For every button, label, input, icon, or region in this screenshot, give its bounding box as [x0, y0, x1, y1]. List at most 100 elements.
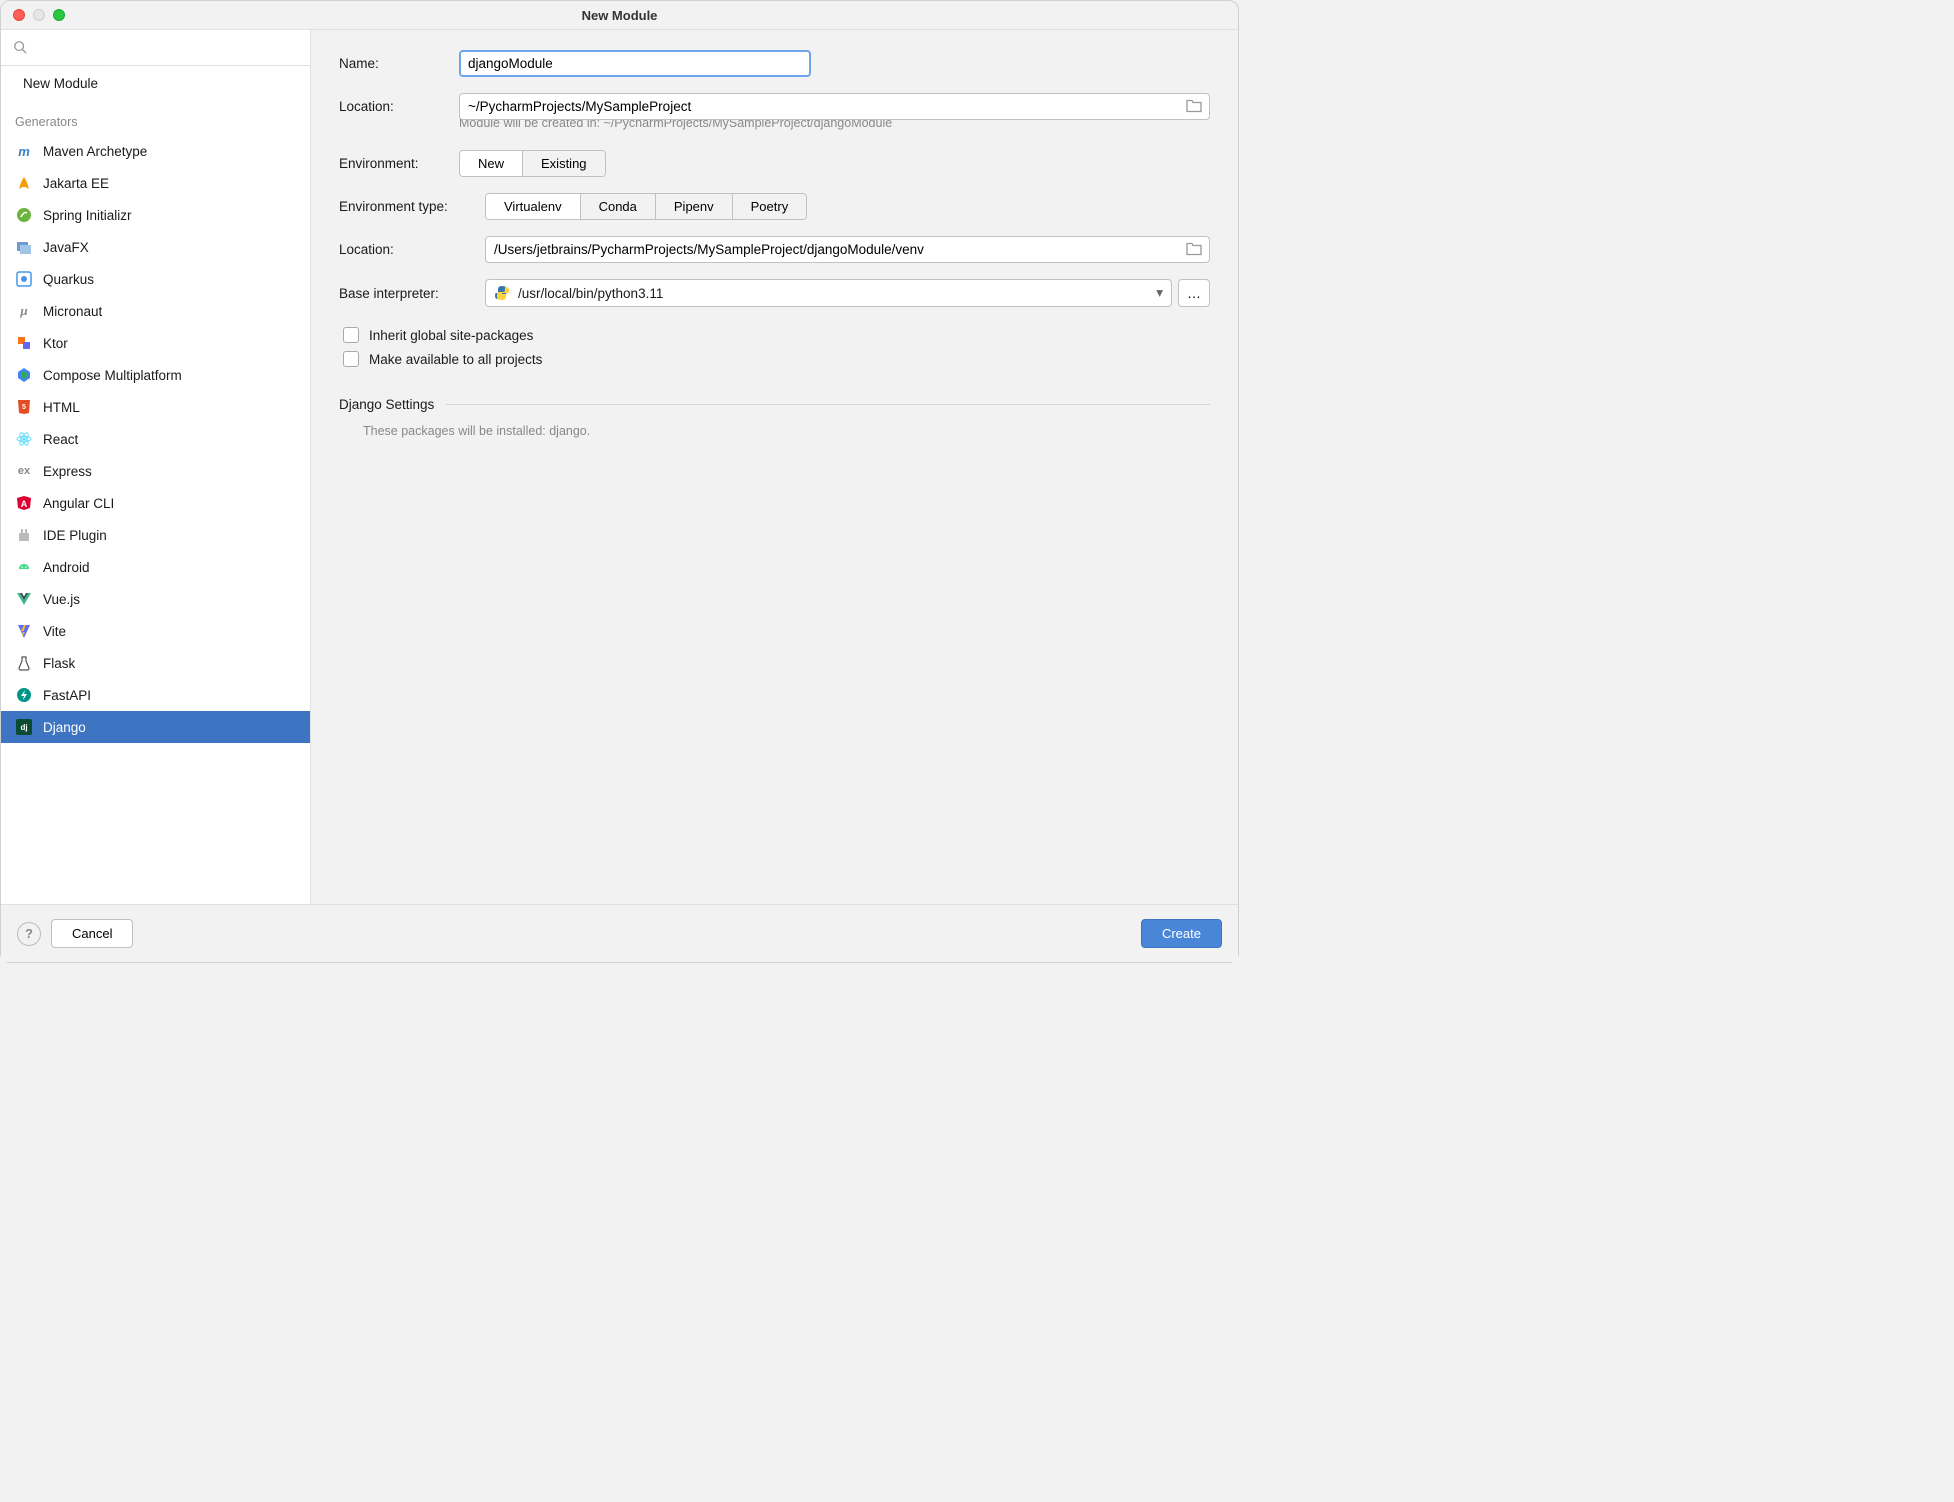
- gen-label: Android: [43, 560, 90, 575]
- interpreter-more-button[interactable]: …: [1178, 279, 1210, 307]
- express-icon: ex: [15, 462, 33, 480]
- react-icon: [15, 430, 33, 448]
- location-input[interactable]: [459, 93, 1210, 120]
- folder-icon[interactable]: [1186, 98, 1202, 115]
- maven-icon: m: [15, 142, 33, 160]
- gen-label: HTML: [43, 400, 80, 415]
- gen-label: Quarkus: [43, 272, 94, 287]
- svg-text:A: A: [21, 499, 28, 509]
- available-checkbox[interactable]: [343, 351, 359, 367]
- name-input[interactable]: [459, 50, 811, 77]
- gen-label: Maven Archetype: [43, 144, 147, 159]
- gen-label: Vite: [43, 624, 66, 639]
- gen-ide-plugin[interactable]: IDE Plugin: [1, 519, 310, 551]
- flask-icon: [15, 654, 33, 672]
- gen-label: Jakarta EE: [43, 176, 109, 191]
- envtype-pipenv-button[interactable]: Pipenv: [656, 194, 733, 219]
- gen-vuejs[interactable]: Vue.js: [1, 583, 310, 615]
- gen-micronaut[interactable]: μ Micronaut: [1, 295, 310, 327]
- gen-compose-multiplatform[interactable]: Compose Multiplatform: [1, 359, 310, 391]
- chevron-down-icon: ▾: [1156, 285, 1163, 301]
- env-type-label: Environment type:: [339, 199, 485, 214]
- search-input[interactable]: [9, 36, 302, 59]
- base-interpreter-dropdown[interactable]: /usr/local/bin/python3.11 ▾: [485, 279, 1172, 307]
- gen-label: Spring Initializr: [43, 208, 132, 223]
- gen-javafx[interactable]: JavaFX: [1, 231, 310, 263]
- gen-label: Angular CLI: [43, 496, 114, 511]
- gen-label: JavaFX: [43, 240, 89, 255]
- quarkus-icon: [15, 270, 33, 288]
- available-checkbox-row[interactable]: Make available to all projects: [339, 347, 1210, 371]
- compose-icon: [15, 366, 33, 384]
- gen-fastapi[interactable]: FastAPI: [1, 679, 310, 711]
- gen-label: FastAPI: [43, 688, 91, 703]
- gen-jakarta-ee[interactable]: Jakarta EE: [1, 167, 310, 199]
- gen-label: Django: [43, 720, 86, 735]
- venv-location-label: Location:: [339, 242, 485, 257]
- env-new-button[interactable]: New: [460, 151, 523, 176]
- javafx-icon: [15, 238, 33, 256]
- jakarta-icon: [15, 174, 33, 192]
- dialog-content: New Module Generators m Maven Archetype …: [1, 29, 1238, 904]
- python-icon: [494, 285, 510, 301]
- venv-location-input[interactable]: [485, 236, 1210, 263]
- gen-label: Ktor: [43, 336, 68, 351]
- gen-vite[interactable]: Vite: [1, 615, 310, 647]
- titlebar: New Module: [1, 1, 1238, 29]
- vue-icon: [15, 590, 33, 608]
- interpreter-value: /usr/local/bin/python3.11: [518, 286, 663, 301]
- generators-label: Generators: [1, 101, 310, 135]
- gen-label: Micronaut: [43, 304, 102, 319]
- help-button[interactable]: ?: [17, 922, 41, 946]
- window-controls: [13, 9, 65, 21]
- env-type-segmented: Virtualenv Conda Pipenv Poetry: [485, 193, 807, 220]
- gen-express[interactable]: ex Express: [1, 455, 310, 487]
- svg-text:5: 5: [22, 404, 26, 411]
- env-existing-button[interactable]: Existing: [523, 151, 605, 176]
- gen-quarkus[interactable]: Quarkus: [1, 263, 310, 295]
- inherit-checkbox-row[interactable]: Inherit global site-packages: [339, 323, 1210, 347]
- maximize-window-button[interactable]: [53, 9, 65, 21]
- gen-label: Compose Multiplatform: [43, 368, 182, 383]
- divider: [446, 404, 1210, 405]
- html-icon: 5: [15, 398, 33, 416]
- base-interpreter-label: Base interpreter:: [339, 286, 485, 301]
- django-icon: dj: [15, 718, 33, 736]
- envtype-poetry-button[interactable]: Poetry: [733, 194, 807, 219]
- envtype-virtualenv-button[interactable]: Virtualenv: [486, 194, 581, 219]
- envtype-conda-button[interactable]: Conda: [581, 194, 656, 219]
- window-title: New Module: [582, 8, 658, 23]
- cancel-button[interactable]: Cancel: [51, 919, 133, 948]
- location-label: Location:: [339, 99, 459, 114]
- django-section-label: Django Settings: [339, 397, 434, 412]
- gen-angular-cli[interactable]: A Angular CLI: [1, 487, 310, 519]
- gen-html[interactable]: 5 HTML: [1, 391, 310, 423]
- inherit-checkbox[interactable]: [343, 327, 359, 343]
- close-window-button[interactable]: [13, 9, 25, 21]
- gen-react[interactable]: React: [1, 423, 310, 455]
- environment-segmented: New Existing: [459, 150, 606, 177]
- fastapi-icon: [15, 686, 33, 704]
- folder-icon[interactable]: [1186, 241, 1202, 258]
- create-button[interactable]: Create: [1141, 919, 1222, 948]
- gen-label: React: [43, 432, 78, 447]
- gen-ktor[interactable]: Ktor: [1, 327, 310, 359]
- available-label: Make available to all projects: [369, 352, 542, 367]
- environment-label: Environment:: [339, 156, 459, 171]
- gen-spring-initializr[interactable]: Spring Initializr: [1, 199, 310, 231]
- minimize-window-button[interactable]: [33, 9, 45, 21]
- gen-flask[interactable]: Flask: [1, 647, 310, 679]
- micronaut-icon: μ: [15, 302, 33, 320]
- gen-label: Vue.js: [43, 592, 80, 607]
- sidebar-item-new-module[interactable]: New Module: [1, 66, 310, 101]
- gen-android[interactable]: Android: [1, 551, 310, 583]
- dialog-footer: ? Cancel Create: [1, 904, 1238, 962]
- sidebar-list: New Module Generators m Maven Archetype …: [1, 66, 310, 904]
- inherit-label: Inherit global site-packages: [369, 328, 533, 343]
- new-module-dialog: New Module New Module Generators m Maven…: [1, 1, 1238, 962]
- svg-text:dj: dj: [20, 723, 27, 732]
- spring-icon: [15, 206, 33, 224]
- gen-maven-archetype[interactable]: m Maven Archetype: [1, 135, 310, 167]
- gen-django[interactable]: dj Django: [1, 711, 310, 743]
- search-icon: [13, 40, 27, 57]
